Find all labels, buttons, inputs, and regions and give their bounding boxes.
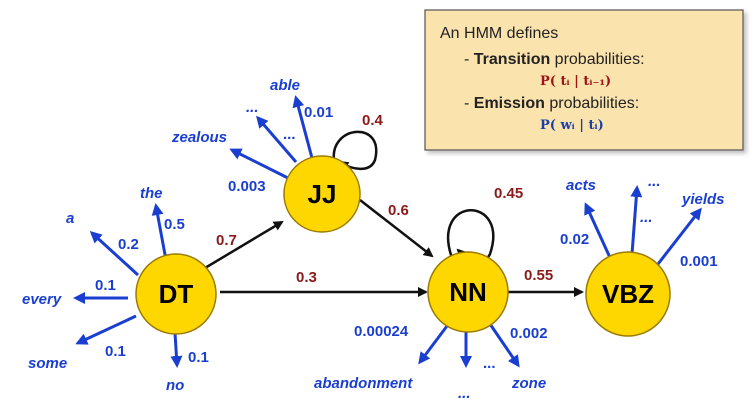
emit-prob-the: 0.5 [164, 216, 185, 233]
emission-bold: Emission [474, 95, 545, 112]
info-box: An HMM defines - Transition probabilitie… [424, 9, 744, 151]
emit-dt-no [170, 332, 183, 368]
emit-prob-yields: 0.001 [680, 253, 718, 270]
emit-prob-abandonment: 0.00024 [354, 323, 409, 340]
trans-prob-nn-vbz: 0.55 [524, 267, 553, 284]
emit-vbz-acts [584, 202, 614, 263]
transition-bold: Transition [474, 51, 550, 68]
emit-word-the: the [140, 185, 163, 202]
emit-prob-every: 0.1 [95, 277, 116, 294]
emit-word-vbz-dots-mid: ... [640, 209, 653, 226]
emit-word-jj-dots: ... [246, 99, 259, 116]
trans-prob-dt-jj: 0.7 [216, 232, 237, 249]
transition-bullet-line: - Transition probabilities: [464, 51, 645, 68]
state-nn: NN [427, 251, 509, 333]
transition-bullet: - [464, 51, 474, 68]
emit-word-every: every [22, 291, 62, 308]
emit-prob-zone: 0.002 [510, 325, 548, 342]
state-jj: JJ [283, 155, 361, 233]
emit-prob-jj-dots: ... [283, 126, 296, 143]
emit-word-yields: yields [681, 191, 725, 208]
transition-rest: probabilities: [550, 51, 644, 68]
trans-prob-jj-nn: 0.6 [388, 202, 409, 219]
transition-formula: P( tᵢ | tᵢ₋₁) [540, 74, 611, 89]
emit-word-acts: acts [566, 177, 596, 194]
emit-word-abandonment: abandonment [314, 375, 413, 392]
emit-prob-a: 0.2 [118, 236, 139, 253]
emit-nn-abandonment [418, 321, 452, 365]
emission-bullet-line: - Emission probabilities: [464, 95, 639, 112]
trans-prob-nn-nn: 0.45 [494, 185, 523, 202]
emit-dt-the [151, 203, 168, 261]
state-nn-label: NN [449, 277, 487, 307]
state-vbz-label: VBZ [602, 279, 654, 309]
emit-word-nn-dots: ... [458, 385, 471, 402]
emit-word-vbz-dots-top: ... [648, 173, 661, 190]
info-box-title: An HMM defines [440, 25, 558, 42]
state-dt-label: DT [159, 279, 194, 309]
emit-prob-zealous: 0.003 [228, 178, 266, 195]
emission-formula: P( wᵢ | tᵢ) [540, 118, 604, 133]
emit-prob-no: 0.1 [188, 349, 209, 366]
hmm-diagram: An HMM defines - Transition probabilitie… [22, 9, 744, 402]
emit-jj-zealous [229, 148, 289, 180]
state-dt: DT [135, 253, 217, 335]
emit-word-able: able [270, 77, 300, 94]
emit-word-zealous: zealous [171, 129, 227, 146]
state-jj-label: JJ [308, 179, 337, 209]
emit-word-no: no [166, 377, 184, 394]
emit-vbz-dots [630, 185, 643, 255]
emit-word-some: some [28, 355, 67, 372]
emission-rest: probabilities: [545, 95, 639, 112]
emit-prob-able: 0.01 [304, 104, 333, 121]
trans-prob-jj-jj: 0.4 [362, 112, 384, 129]
emit-prob-some: 0.1 [105, 343, 126, 360]
emission-bullet: - [464, 95, 474, 112]
emit-word-a: a [66, 210, 74, 227]
emit-prob-nn-dots: ... [483, 355, 496, 372]
trans-prob-dt-nn: 0.3 [296, 269, 317, 286]
state-vbz: VBZ [585, 251, 671, 337]
emit-word-zone: zone [511, 375, 546, 392]
emit-prob-acts: 0.02 [560, 231, 589, 248]
emit-dt-some [75, 314, 137, 345]
